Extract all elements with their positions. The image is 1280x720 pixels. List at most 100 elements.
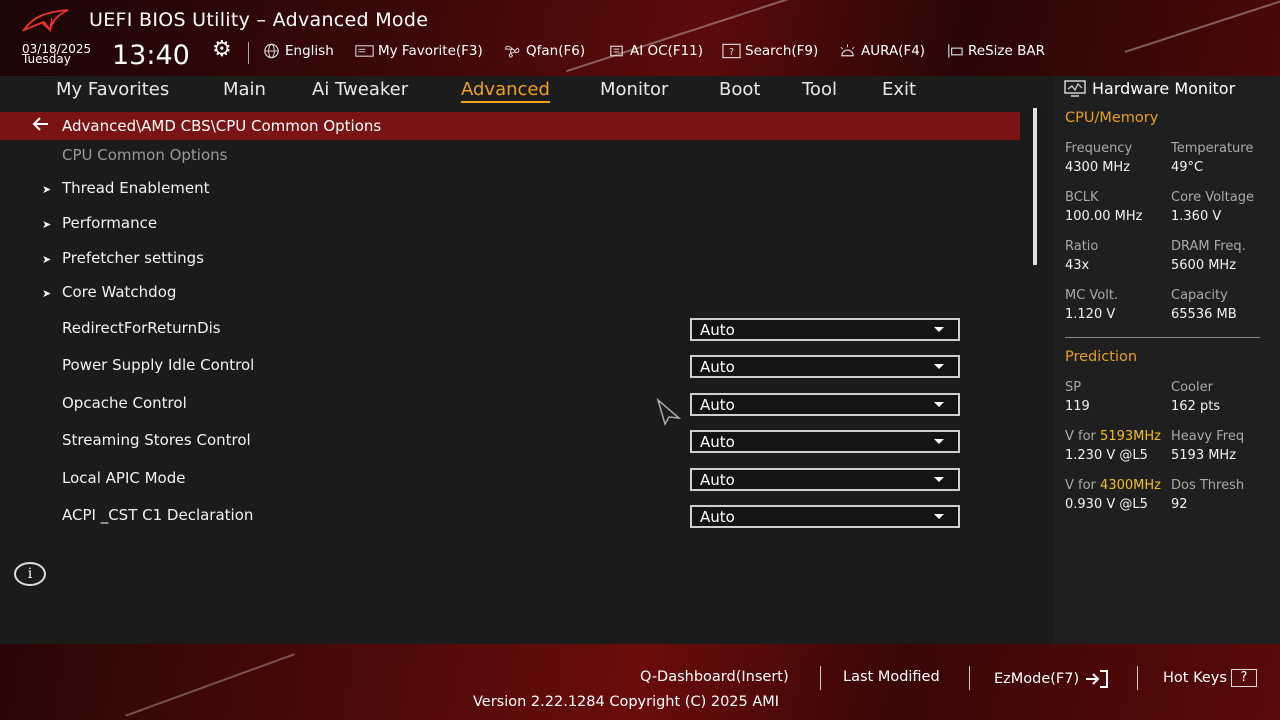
gear-icon[interactable]: ⚙: [212, 38, 236, 62]
hw-label: MC Volt.: [1065, 288, 1119, 303]
setting-label: Power Supply Idle Control: [62, 356, 255, 374]
submenu-prefetcher-settings[interactable]: ➤ Prefetcher settings: [42, 249, 204, 267]
hw-label: DRAM Freq.: [1171, 239, 1246, 254]
chevron-down-icon: [934, 364, 944, 369]
setting-dropdown[interactable]: Auto: [690, 318, 960, 341]
ai-oc-button[interactable]: AI OC(F11): [607, 43, 703, 59]
dropdown-value: Auto: [700, 433, 735, 451]
help-panel: i: [0, 545, 1046, 644]
hw-label: Temperature: [1171, 141, 1254, 156]
setting-dropdown[interactable]: Auto: [690, 468, 960, 491]
hw-label: Core Voltage: [1171, 190, 1254, 205]
hot-keys-button[interactable]: Hot Keys?: [1163, 669, 1257, 687]
chevron-down-icon: [934, 402, 944, 407]
resize-bar-button[interactable]: ReSize BAR: [945, 43, 1045, 59]
resize-bar-icon: [948, 44, 963, 58]
setting-dropdown[interactable]: Auto: [690, 430, 960, 453]
hot-keys-label: Hot Keys: [1163, 670, 1227, 686]
aura-label: AURA(F4): [861, 43, 926, 59]
submenu-label: Thread Enablement: [62, 179, 210, 197]
dropdown-value: Auto: [700, 471, 735, 489]
divider: [1137, 666, 1138, 690]
setting-dropdown[interactable]: Auto: [690, 505, 960, 528]
setting-dropdown[interactable]: Auto: [690, 355, 960, 378]
tab-ai-tweaker[interactable]: Ai Tweaker: [312, 79, 408, 100]
hw-value: 1.360 V: [1171, 209, 1222, 224]
section-heading: CPU Common Options: [62, 146, 228, 164]
hw-label: Cooler: [1171, 380, 1213, 395]
submenu-arrow-icon: ➤: [42, 253, 52, 266]
submenu-arrow-icon: ➤: [42, 287, 52, 300]
hardware-monitor-label: Hardware Monitor: [1092, 79, 1236, 98]
search-button[interactable]: ? Search(F9): [722, 43, 818, 59]
my-favorite-button[interactable]: My Favorite(F3): [355, 43, 483, 59]
hw-label: Ratio: [1065, 239, 1099, 254]
hw-value: 5600 MHz: [1171, 258, 1237, 273]
tab-tool[interactable]: Tool: [802, 79, 837, 100]
tab-advanced[interactable]: Advanced: [461, 79, 550, 103]
setting-label: Local APIC Mode: [62, 469, 186, 487]
last-modified-button[interactable]: Last Modified: [843, 669, 940, 685]
ezmode-button[interactable]: EzMode(F7): [994, 669, 1110, 689]
hw-value: 5193 MHz: [1171, 448, 1237, 463]
hw-label: Frequency: [1065, 141, 1133, 156]
footer-bar: Q-Dashboard(Insert) Last Modified EzMode…: [0, 644, 1280, 720]
menu-tabs: My Favorites Main Ai Tweaker Advanced Mo…: [0, 76, 1046, 108]
tab-my-favorites[interactable]: My Favorites: [56, 79, 169, 100]
hw-value: 119: [1065, 399, 1090, 414]
submenu-thread-enablement[interactable]: ➤ Thread Enablement: [42, 179, 210, 197]
time-display[interactable]: 13:40: [112, 40, 190, 71]
resize-bar-label: ReSize BAR: [968, 43, 1045, 59]
aura-button[interactable]: AURA(F4): [838, 43, 925, 59]
tab-monitor[interactable]: Monitor: [600, 79, 668, 100]
hw-value: 43x: [1065, 258, 1090, 273]
qfan-button[interactable]: Qfan(F6): [503, 43, 585, 59]
app-title: UEFI BIOS Utility – Advanced Mode: [89, 9, 429, 31]
hw-label: SP: [1065, 380, 1082, 395]
exit-arrow-icon: [1085, 670, 1108, 688]
my-favorite-label: My Favorite(F3): [378, 43, 483, 59]
setting-label: ACPI _CST C1 Declaration: [62, 506, 254, 524]
search-icon: ?: [722, 43, 741, 59]
decor-streak: [566, 0, 814, 73]
ai-chip-icon: [610, 45, 623, 57]
aura-light-icon: [840, 44, 855, 57]
dropdown-value: Auto: [700, 396, 735, 414]
day-display: Tuesday: [22, 52, 71, 66]
dropdown-value: Auto: [700, 508, 735, 526]
rog-logo-icon: [22, 9, 69, 33]
divider: [1065, 337, 1260, 338]
language-button[interactable]: English: [262, 43, 334, 59]
tab-boot[interactable]: Boot: [719, 79, 760, 100]
setting-label: Opcache Control: [62, 394, 187, 412]
hw-value: 0.930 V @L5: [1065, 497, 1148, 512]
top-header: UEFI BIOS Utility – Advanced Mode 03/18/…: [0, 0, 1280, 76]
language-label: English: [285, 43, 334, 59]
scrollbar[interactable]: [1033, 108, 1037, 265]
submenu-label: Core Watchdog: [62, 283, 177, 301]
chevron-down-icon: [934, 327, 944, 332]
tab-main[interactable]: Main: [223, 79, 266, 100]
submenu-arrow-icon: ➤: [42, 218, 52, 231]
prediction-heading: Prediction: [1065, 349, 1138, 365]
hw-value: 92: [1171, 497, 1188, 512]
hw-value: 4300 MHz: [1065, 160, 1131, 175]
back-arrow-icon[interactable]: [32, 115, 50, 133]
cpu-memory-heading: CPU/Memory: [1065, 110, 1159, 126]
submenu-core-watchdog[interactable]: ➤ Core Watchdog: [42, 283, 176, 301]
submenu-performance[interactable]: ➤ Performance: [42, 214, 157, 232]
decor-streak: [125, 653, 295, 717]
info-icon: i: [14, 562, 46, 586]
tab-exit[interactable]: Exit: [882, 79, 916, 100]
dropdown-value: Auto: [700, 321, 735, 339]
setting-dropdown[interactable]: Auto: [690, 393, 960, 416]
divider: [969, 666, 970, 690]
breadcrumb[interactable]: Advanced\AMD CBS\CPU Common Options: [0, 112, 1020, 140]
svg-text:?: ?: [729, 47, 734, 58]
hw-label: BCLK: [1065, 190, 1099, 205]
dropdown-value: Auto: [700, 358, 735, 376]
monitor-icon: [1064, 79, 1086, 97]
submenu-label: Prefetcher settings: [62, 249, 204, 267]
q-dashboard-button[interactable]: Q-Dashboard(Insert): [640, 669, 789, 685]
hw-label: Heavy Freq: [1171, 429, 1245, 444]
